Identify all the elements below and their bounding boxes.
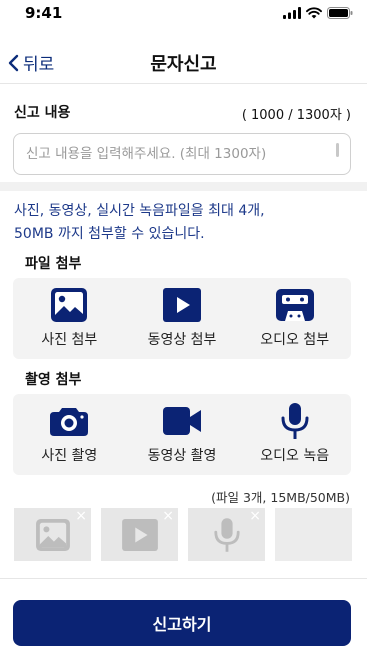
attachment-info-line2: 50MB 까지 첨부할 수 있습니다. [14,226,205,242]
status-bar: 9:41 [0,0,367,28]
battery-icon [327,7,353,19]
attach-video-label: 동영상 첨부 [147,332,217,348]
image-icon [51,288,88,322]
attachment-thumbnails: × × × [14,508,352,561]
microphone-icon [281,403,309,439]
record-audio-label: 오디오 녹음 [260,448,330,464]
camera-icon [50,408,89,436]
file-attach-panel: 사진 첨부 동영상 첨부 오디오 첨부 [13,278,351,359]
page-title: 문자신고 [150,54,217,75]
remove-attachment-button[interactable]: × [249,509,261,523]
attachment-info-line1: 사진, 동영상, 실시간 녹음파일을 최대 4개, [14,203,265,219]
capture-attach-label: 촬영 첨부 [25,372,82,388]
attach-video-button[interactable]: 동영상 첨부 [126,278,239,359]
capture-attach-panel: 사진 촬영 동영상 촬영 오디오 녹음 [13,394,351,475]
attachment-thumb-audio[interactable]: × [188,508,265,561]
video-play-icon [163,288,201,322]
microphone-placeholder-icon [213,517,240,552]
attach-audio-button[interactable]: 오디오 첨부 [238,278,351,359]
status-icons [283,7,353,19]
capture-photo-button[interactable]: 사진 촬영 [13,394,126,475]
section-divider [0,182,367,191]
report-content-label: 신고 내용 [14,105,71,121]
attach-photo-label: 사진 첨부 [41,332,98,348]
remove-attachment-button[interactable]: × [162,509,174,523]
video-camera-icon [163,407,201,435]
capture-video-label: 동영상 촬영 [147,448,217,464]
attach-photo-button[interactable]: 사진 첨부 [13,278,126,359]
image-placeholder-icon [35,518,70,551]
attachment-info: 사진, 동영상, 실시간 녹음파일을 최대 4개, 50MB 까지 첨부할 수 … [14,200,354,246]
bottom-divider [0,578,367,579]
input-scroll-indicator[interactable] [336,143,339,157]
file-attach-label: 파일 첨부 [25,256,82,272]
record-audio-button[interactable]: 오디오 녹음 [238,394,351,475]
nav-bar: 뒤로 문자신고 [0,40,367,84]
remove-attachment-button[interactable]: × [75,509,87,523]
wifi-icon [306,7,322,19]
char-counter: ( 1000 / 1300자 ) [241,108,351,123]
submit-report-button[interactable]: 신고하기 [13,600,351,646]
report-content-input[interactable] [13,133,351,175]
status-time: 9:41 [25,4,63,22]
capture-video-button[interactable]: 동영상 촬영 [126,394,239,475]
attachment-thumb-video[interactable]: × [101,508,178,561]
attachment-thumb-image[interactable]: × [14,508,91,561]
cellular-signal-icon [283,7,301,19]
attachment-summary: (파일 3개, 15MB/50MB) [211,490,350,505]
capture-photo-label: 사진 촬영 [41,448,98,464]
cassette-icon [275,289,314,321]
attachment-slot-empty[interactable] [275,508,352,561]
video-placeholder-icon [121,518,158,551]
attach-audio-label: 오디오 첨부 [260,332,330,348]
